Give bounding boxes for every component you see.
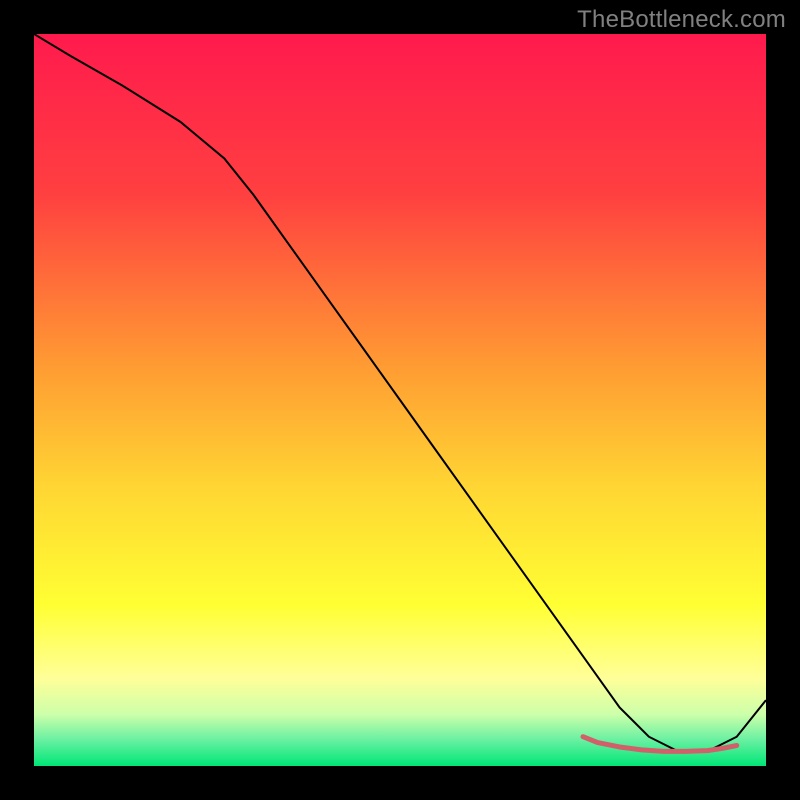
watermark-text: TheBottleneck.com [577, 6, 786, 34]
plot-area [34, 34, 766, 766]
chart-frame: TheBottleneck.com [0, 0, 800, 800]
chart-svg [34, 34, 766, 766]
